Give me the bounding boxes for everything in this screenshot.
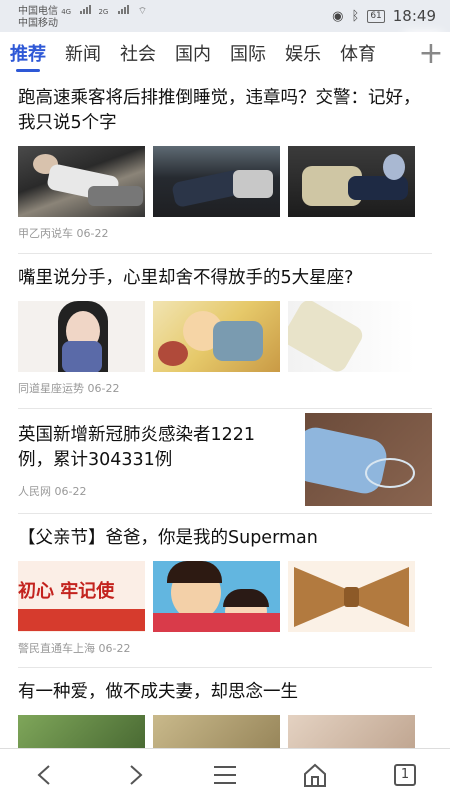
tab-domestic[interactable]: 国内 xyxy=(175,40,211,66)
article-source: 同道星座运势 06-22 xyxy=(18,382,120,395)
tab-recommend[interactable]: 推荐 xyxy=(10,40,46,72)
tab-entertainment[interactable]: 娱乐 xyxy=(285,40,321,66)
tab-sports[interactable]: 体育 xyxy=(340,40,376,66)
home-button[interactable] xyxy=(295,755,335,795)
bow-tie-icon xyxy=(294,567,409,627)
status-right: ◉ ᛒ 61 18:49 xyxy=(332,0,436,32)
tabs-button[interactable]: 1 xyxy=(385,755,425,795)
article-title[interactable]: 【父亲节】爸爸，你是我的Superman xyxy=(18,526,432,551)
article-title[interactable]: 嘴里说分手，心里却舍不得放手的5大星座? xyxy=(18,266,432,291)
list-item[interactable]: 有一种爱，做不成夫妻，却思念一生 xyxy=(18,668,432,749)
thumbnail-image[interactable] xyxy=(18,715,145,749)
forward-icon xyxy=(130,764,143,785)
network-type-1: 4G xyxy=(61,8,72,16)
tab-society[interactable]: 社会 xyxy=(120,40,156,66)
thumbnail-row xyxy=(18,715,432,749)
thumbnail-image[interactable] xyxy=(153,715,280,749)
article-title[interactable]: 跑高速乘客将后排推倒睡觉，违章吗？交警：记好，我只说5个字 xyxy=(18,86,432,136)
thumbnail-image[interactable] xyxy=(288,146,415,217)
category-tabs: 推荐 新闻 社会 国内 国际 娱乐 体育 + xyxy=(0,32,450,74)
thumbnail-row xyxy=(18,301,432,372)
thumbnail-image[interactable]: 初心 牢记使 xyxy=(18,561,145,632)
carrier-1: 中国电信 xyxy=(18,6,58,17)
thumbnail-image[interactable] xyxy=(153,301,280,372)
back-icon xyxy=(37,764,50,785)
tab-international[interactable]: 国际 xyxy=(230,40,266,66)
tabs-count: 1 xyxy=(400,767,410,782)
tabs-icon: 1 xyxy=(394,763,416,786)
thumbnail-image[interactable] xyxy=(153,561,280,632)
article-source: 甲乙丙说车 06-22 xyxy=(18,227,109,240)
battery-icon: 61 xyxy=(367,9,385,23)
news-feed: 跑高速乘客将后排推倒睡觉，违章吗？交警：记好，我只说5个字 甲乙丙说车 06-2… xyxy=(0,74,450,749)
thumbnail-row xyxy=(18,146,432,217)
thumbnail-image[interactable] xyxy=(18,301,145,372)
thumbnail-image[interactable] xyxy=(18,146,145,217)
thumbnail-image[interactable] xyxy=(288,301,415,372)
status-bar: 中国电信 4G 2G ⌔ 中国移动 ◉ ᛒ 61 18:49 xyxy=(0,0,450,32)
clock: 18:49 xyxy=(392,7,436,25)
forward-button[interactable] xyxy=(115,755,155,795)
thumbnail-image[interactable] xyxy=(305,413,432,506)
home-icon xyxy=(304,763,326,787)
article-title[interactable]: 有一种爱，做不成夫妻，却思念一生 xyxy=(18,680,432,705)
article-title[interactable]: 英国新增新冠肺炎感染者1221例，累计304331例 xyxy=(18,423,288,473)
carrier-info: 中国电信 4G 2G ⌔ 中国移动 xyxy=(18,2,147,30)
wifi-icon: ⌔ xyxy=(137,6,148,17)
thumbnail-image[interactable] xyxy=(288,561,415,632)
menu-icon xyxy=(214,765,236,784)
thumbnail-image[interactable] xyxy=(288,715,415,749)
carrier-2: 中国移动 xyxy=(18,18,58,29)
signal-icon xyxy=(80,2,92,14)
article-source: 警民直通车上海 06-22 xyxy=(18,642,131,655)
bottom-nav: 1 xyxy=(0,748,450,800)
list-item[interactable]: 【父亲节】爸爸，你是我的Superman 初心 牢记使 警民直通车上海 06-2… xyxy=(18,514,432,668)
banner-text: 初心 牢记使 xyxy=(18,581,115,602)
network-type-2: 2G xyxy=(98,8,109,16)
menu-button[interactable] xyxy=(205,755,245,795)
bluetooth-icon: ᛒ xyxy=(351,8,360,24)
thumbnail-row: 初心 牢记使 xyxy=(18,561,432,632)
eye-icon: ◉ xyxy=(332,8,344,24)
tab-news[interactable]: 新闻 xyxy=(65,40,101,66)
signal-icon-2 xyxy=(117,2,129,14)
thumbnail-image[interactable] xyxy=(153,146,280,217)
list-item[interactable]: 跑高速乘客将后排推倒睡觉，违章吗？交警：记好，我只说5个字 甲乙丙说车 06-2… xyxy=(18,74,432,254)
list-item[interactable]: 英国新增新冠肺炎感染者1221例，累计304331例 人民网 06-22 xyxy=(18,409,432,514)
add-channel-button[interactable]: + xyxy=(412,32,450,74)
list-item[interactable]: 嘴里说分手，心里却舍不得放手的5大星座? 同道星座运势 06-22 xyxy=(18,254,432,409)
back-button[interactable] xyxy=(25,755,65,795)
